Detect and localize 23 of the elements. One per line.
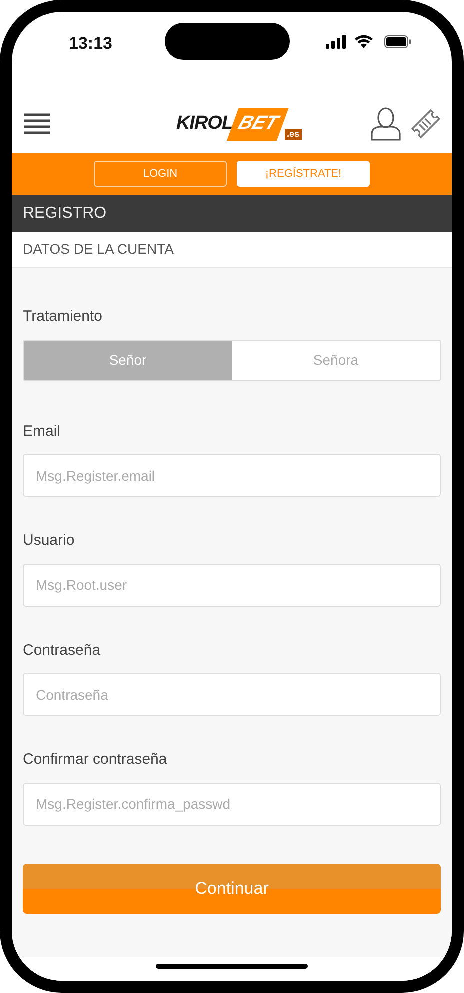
field-label: Tratamiento xyxy=(23,307,104,327)
input-field[interactable]: Msg.Register.confirma_passwd xyxy=(23,782,441,826)
field-label: Usuario xyxy=(23,531,76,551)
option-button[interactable]: Señor xyxy=(24,340,232,380)
status-time: 13:13 xyxy=(69,33,112,55)
battery-icon xyxy=(384,35,412,49)
input-field[interactable]: Msg.Register.email xyxy=(23,454,441,497)
input-field[interactable]: Contraseña xyxy=(23,673,441,716)
user-icon[interactable] xyxy=(370,107,402,141)
logo[interactable]: KIROL BET .es xyxy=(170,106,308,142)
wifi-icon xyxy=(355,35,373,49)
field-label: Confirmar contraseña xyxy=(23,750,168,770)
register-button[interactable]: ¡REGÍSTRATE! xyxy=(237,161,370,187)
field-label: Contraseña xyxy=(23,640,102,660)
continue-button[interactable]: Continuar xyxy=(23,864,441,914)
signal-icon xyxy=(326,35,346,49)
menu-icon[interactable] xyxy=(24,113,50,135)
input-field[interactable]: Msg.Root.user xyxy=(23,564,441,606)
login-button[interactable]: LOGIN xyxy=(94,161,227,187)
field-label: Email xyxy=(23,422,62,442)
option-button[interactable]: Señora xyxy=(232,340,440,380)
page-title: REGISTRO xyxy=(12,195,452,232)
ticket-icon[interactable] xyxy=(410,108,442,140)
